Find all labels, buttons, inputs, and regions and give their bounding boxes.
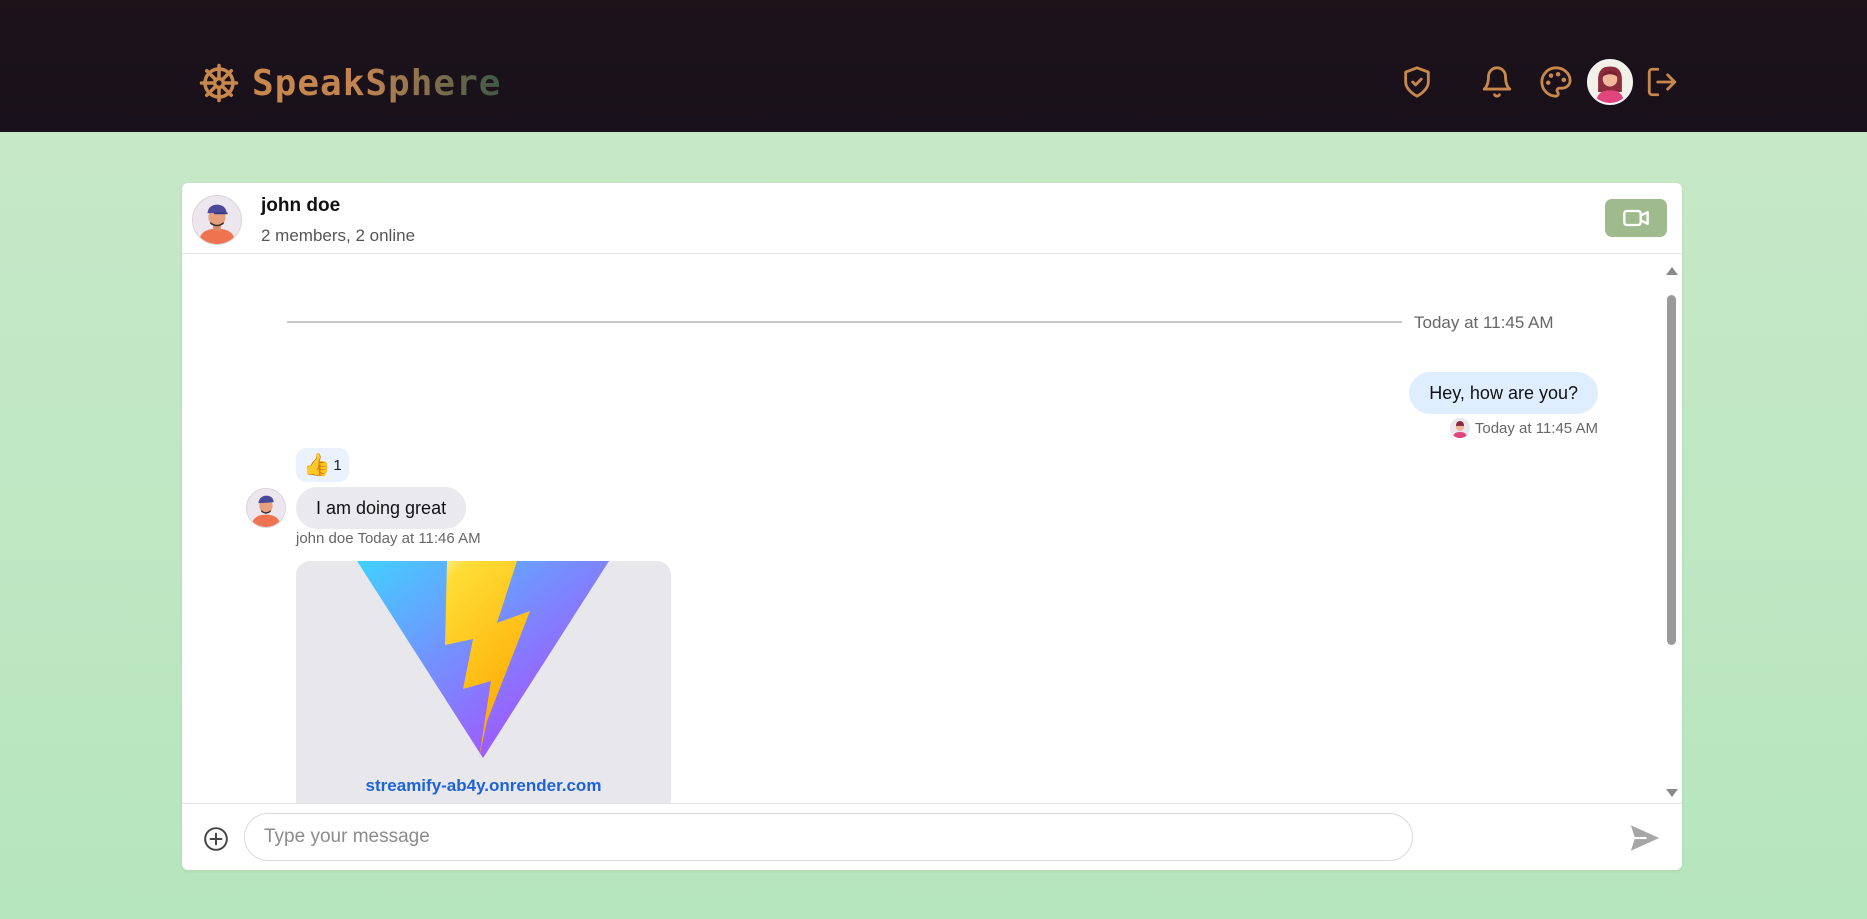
thumbs-up-icon: 👍 [303, 452, 331, 477]
navbar: SpeakSphere [0, 0, 1867, 132]
outgoing-message-time: Today at 11:45 AM [1474, 419, 1598, 437]
shield-check-icon[interactable] [1400, 65, 1434, 99]
message-reaction[interactable]: 👍 1 [296, 448, 349, 482]
link-preview-card[interactable]: streamify-ab4y.onrender.com [296, 561, 671, 803]
message-input[interactable] [244, 813, 1413, 861]
incoming-message[interactable]: I am doing great [296, 487, 467, 529]
brand[interactable]: SpeakSphere [198, 60, 501, 106]
message-scrollbar[interactable] [1664, 265, 1678, 803]
scroll-down-arrow[interactable] [1666, 789, 1678, 797]
outgoing-message-meta: Today at 11:45 AM [1449, 418, 1598, 438]
chat-title: john doe [261, 195, 341, 216]
brand-name: SpeakSphere [252, 62, 502, 104]
bell-icon[interactable] [1480, 65, 1514, 99]
sender-avatar [1449, 418, 1470, 438]
ship-wheel-icon [199, 63, 239, 103]
message-composer [182, 803, 1682, 870]
link-preview-url[interactable]: streamify-ab4y.onrender.com [296, 776, 671, 796]
reaction-count: 1 [333, 456, 342, 474]
date-divider-line [287, 321, 1402, 323]
outgoing-message[interactable]: Hey, how are you? [1409, 372, 1598, 414]
video-call-button[interactable] [1605, 199, 1667, 237]
chat-member-status: 2 members, 2 online [261, 226, 416, 245]
logout-icon[interactable] [1645, 65, 1679, 99]
incoming-message-meta: john doe Today at 11:46 AM [296, 530, 481, 547]
sender-avatar[interactable] [246, 488, 286, 528]
vite-logo-icon [357, 561, 609, 758]
palette-icon[interactable] [1539, 65, 1573, 99]
date-divider-label: Today at 11:45 AM [1414, 313, 1554, 332]
channel-avatar[interactable] [192, 195, 242, 245]
chat-window: john doe 2 members, 2 online Today at 11… [182, 183, 1682, 870]
send-icon[interactable] [1628, 821, 1662, 855]
add-attachment-icon[interactable] [203, 826, 229, 852]
scroll-thumb[interactable] [1667, 295, 1676, 645]
scroll-up-arrow[interactable] [1666, 267, 1678, 275]
message-list[interactable]: Today at 11:45 AM Hey, how are you? Toda… [182, 255, 1682, 803]
chat-header: john doe 2 members, 2 online [182, 183, 1682, 254]
video-camera-icon [1623, 209, 1649, 227]
user-avatar[interactable] [1587, 59, 1633, 105]
